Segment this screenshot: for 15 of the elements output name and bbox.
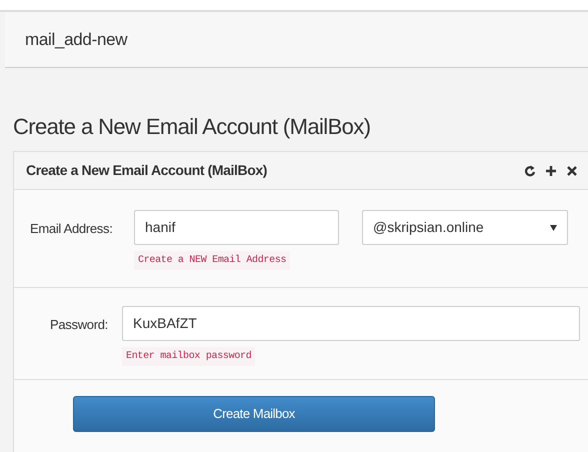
plus-icon[interactable] <box>545 164 557 176</box>
field-hint: Create a NEW Email Address <box>134 251 290 270</box>
refresh-icon[interactable] <box>524 164 536 176</box>
header-title: mail_add-new <box>25 28 128 51</box>
field-label: Email Address: <box>29 220 114 238</box>
panel-title: Create a New Email Account (MailBox) <box>26 161 268 180</box>
domain-dropdown[interactable]: @skripsian.online <box>362 210 568 245</box>
field-label: Password: <box>49 316 109 334</box>
close-icon[interactable] <box>566 164 578 176</box>
page-title: Create a New Email Account (MailBox) <box>13 113 372 141</box>
username-field[interactable]: hanif <box>134 210 339 245</box>
dropdown-caret-icon <box>550 224 557 230</box>
password-field[interactable]: KuxBAfZT <box>122 306 580 341</box>
create-mailbox-button[interactable]: Create Mailbox <box>73 396 435 432</box>
field-hint: Enter mailbox password <box>122 347 256 366</box>
